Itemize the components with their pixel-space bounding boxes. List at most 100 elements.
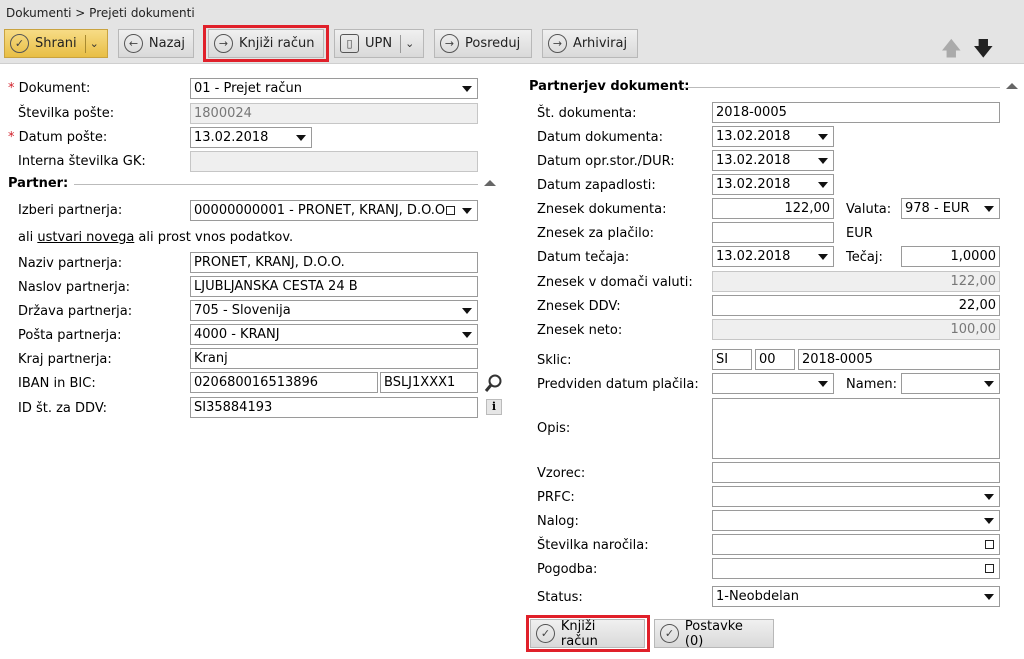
- create-partner-link[interactable]: ustvari novega: [37, 230, 134, 245]
- required-marker: *: [8, 81, 15, 96]
- datum-poste-field[interactable]: 13.02.2018: [190, 127, 312, 148]
- partner-document-divider: [684, 87, 1000, 88]
- znesek-neto-label: Znesek neto:: [537, 323, 623, 338]
- lookup-icon[interactable]: [446, 206, 455, 215]
- namen-select[interactable]: [901, 373, 1000, 394]
- naziv-partnerja-field[interactable]: PRONET, KRANJ, D.O.O.: [190, 252, 478, 273]
- upn-button-label: UPN: [365, 36, 393, 51]
- naziv-partnerja-label: Naziv partnerja:: [18, 256, 123, 271]
- znesek-dokumenta-field[interactable]: 122,00: [712, 198, 834, 219]
- arrow-down-icon[interactable]: 🡇: [973, 34, 994, 68]
- lookup-icon[interactable]: [985, 540, 994, 549]
- save-button-label: Shrani: [35, 36, 77, 51]
- stevilka-poste-field: 1800024: [190, 103, 478, 124]
- stevilka-poste-label: Številka pošte:: [18, 106, 115, 121]
- upn-button[interactable]: ▯ UPN ⌄: [334, 29, 424, 58]
- nalog-select[interactable]: [712, 510, 1000, 531]
- info-icon[interactable]: i: [486, 399, 502, 415]
- stevilka-narocila-label: Številka naročila:: [537, 538, 649, 553]
- kraj-partnerja-label: Kraj partnerja:: [18, 352, 112, 367]
- back-button[interactable]: ← Nazaj: [118, 29, 194, 58]
- search-icon[interactable]: [484, 373, 504, 393]
- datum-zapadlosti-field[interactable]: 13.02.2018: [712, 174, 834, 195]
- dokument-select[interactable]: 01 - Prejet račun: [190, 78, 478, 99]
- save-separator: [84, 34, 86, 53]
- st-dokumenta-field[interactable]: 2018-0005: [712, 102, 1000, 123]
- znesek-ddv-field[interactable]: 22,00: [712, 295, 1000, 316]
- datum-dokumenta-label: Datum dokumenta:: [537, 130, 664, 145]
- kraj-partnerja-field[interactable]: Kranj: [190, 348, 478, 369]
- izberi-partnerja-select[interactable]: 00000000001 - PRONET, KRANJ, D.O.O: [190, 200, 478, 221]
- arrow-right-icon: →: [440, 34, 459, 53]
- datum-poste-label-text: Datum pošte:: [18, 130, 108, 145]
- posta-partnerja-select[interactable]: 4000 - KRANJ: [190, 324, 478, 345]
- collapse-icon[interactable]: [1006, 83, 1018, 89]
- datum-tecaja-field[interactable]: 13.02.2018: [712, 246, 834, 267]
- forward-button-label: Posreduj: [465, 36, 521, 51]
- sklic-number-field[interactable]: 00: [755, 349, 795, 370]
- currency-unit: EUR: [846, 226, 873, 241]
- interna-gk-field: [190, 151, 478, 172]
- datum-dokumenta-field[interactable]: 13.02.2018: [712, 126, 834, 147]
- partner-hint: ali ustvari novega ali prost vnos podatk…: [18, 230, 293, 245]
- znesek-ddv-label: Znesek DDV:: [537, 299, 621, 314]
- breadcrumb[interactable]: Dokumenti > Prejeti dokumenti: [6, 6, 195, 20]
- valuta-label: Valuta:: [846, 202, 892, 217]
- naslov-partnerja-field[interactable]: LJUBLJANSKA CESTA 24 B: [190, 276, 478, 297]
- toolbar-area: Dokumenti > Prejeti dokumenti ✓ Shrani ⌄…: [0, 0, 1024, 64]
- sklic-reference-field[interactable]: 2018-0005: [798, 349, 1000, 370]
- upn-separator: [400, 34, 402, 53]
- pogodba-field[interactable]: [712, 558, 1000, 579]
- znesek-za-placilo-field[interactable]: [712, 222, 834, 243]
- naslov-partnerja-label: Naslov partnerja:: [18, 280, 131, 295]
- datum-dur-field[interactable]: 13.02.2018: [712, 150, 834, 171]
- partner-hint-prefix: ali: [18, 230, 38, 245]
- sklic-label: Sklic:: [537, 353, 572, 368]
- prfc-label: PRFC:: [537, 490, 575, 505]
- opis-label: Opis:: [537, 421, 571, 436]
- opis-textarea[interactable]: [712, 398, 1000, 459]
- back-button-label: Nazaj: [148, 36, 185, 51]
- status-select[interactable]: 1-Neobdelan: [712, 586, 1000, 607]
- sklic-model-field[interactable]: SI: [712, 349, 752, 370]
- tecaj-label: Tečaj:: [846, 250, 883, 265]
- save-button[interactable]: ✓ Shrani ⌄: [4, 29, 108, 58]
- partner-divider: [74, 184, 478, 185]
- namen-label: Namen:: [846, 377, 897, 392]
- izberi-partnerja-label: Izberi partnerja:: [18, 203, 123, 218]
- status-label: Status:: [537, 590, 583, 605]
- valuta-select[interactable]: 978 - EUR: [901, 198, 1000, 219]
- arrow-up-icon[interactable]: 🡅: [941, 34, 962, 68]
- id-ddv-field[interactable]: SI35884193: [190, 397, 478, 418]
- check-icon: ✓: [660, 624, 679, 643]
- predviden-datum-label: Predviden datum plačila:: [537, 377, 699, 392]
- drzava-partnerja-label: Država partnerja:: [18, 304, 133, 319]
- archive-button-label: Arhiviraj: [573, 36, 628, 51]
- znesek-domaca-label: Znesek v domači valuti:: [537, 275, 693, 290]
- collapse-icon[interactable]: [484, 180, 496, 186]
- partner-section-title: Partner:: [8, 176, 69, 191]
- predviden-datum-field[interactable]: [712, 373, 834, 394]
- archive-button[interactable]: → Arhiviraj: [542, 29, 638, 58]
- lookup-icon[interactable]: [985, 564, 994, 573]
- arrow-right-icon: →: [548, 34, 567, 53]
- prfc-select[interactable]: [712, 486, 1000, 507]
- required-marker: *: [8, 130, 15, 145]
- drzava-partnerja-select[interactable]: 705 - Slovenija: [190, 300, 478, 321]
- stevilka-narocila-field[interactable]: [712, 534, 1000, 555]
- chevron-down-icon[interactable]: ⌄: [90, 37, 99, 50]
- pogodba-label: Pogodba:: [537, 562, 598, 577]
- forward-button[interactable]: → Posreduj: [434, 29, 532, 58]
- document-icon: ▯: [340, 34, 359, 53]
- tecaj-field[interactable]: 1,0000: [901, 246, 1000, 267]
- datum-tecaja-label: Datum tečaja:: [537, 250, 630, 265]
- check-icon: ✓: [10, 34, 29, 53]
- st-dokumenta-label: Št. dokumenta:: [537, 106, 637, 121]
- partner-document-section-title: Partnerjev dokument:: [529, 79, 690, 94]
- chevron-down-icon[interactable]: ⌄: [405, 37, 414, 50]
- bic-field[interactable]: BSLJ1XXX1: [380, 372, 478, 393]
- items-button[interactable]: ✓ Postavke (0): [654, 619, 774, 649]
- vzorec-field[interactable]: [712, 462, 1000, 483]
- datum-zapadlosti-label: Datum zapadlosti:: [537, 178, 656, 193]
- iban-field[interactable]: 020680016513896: [190, 372, 378, 393]
